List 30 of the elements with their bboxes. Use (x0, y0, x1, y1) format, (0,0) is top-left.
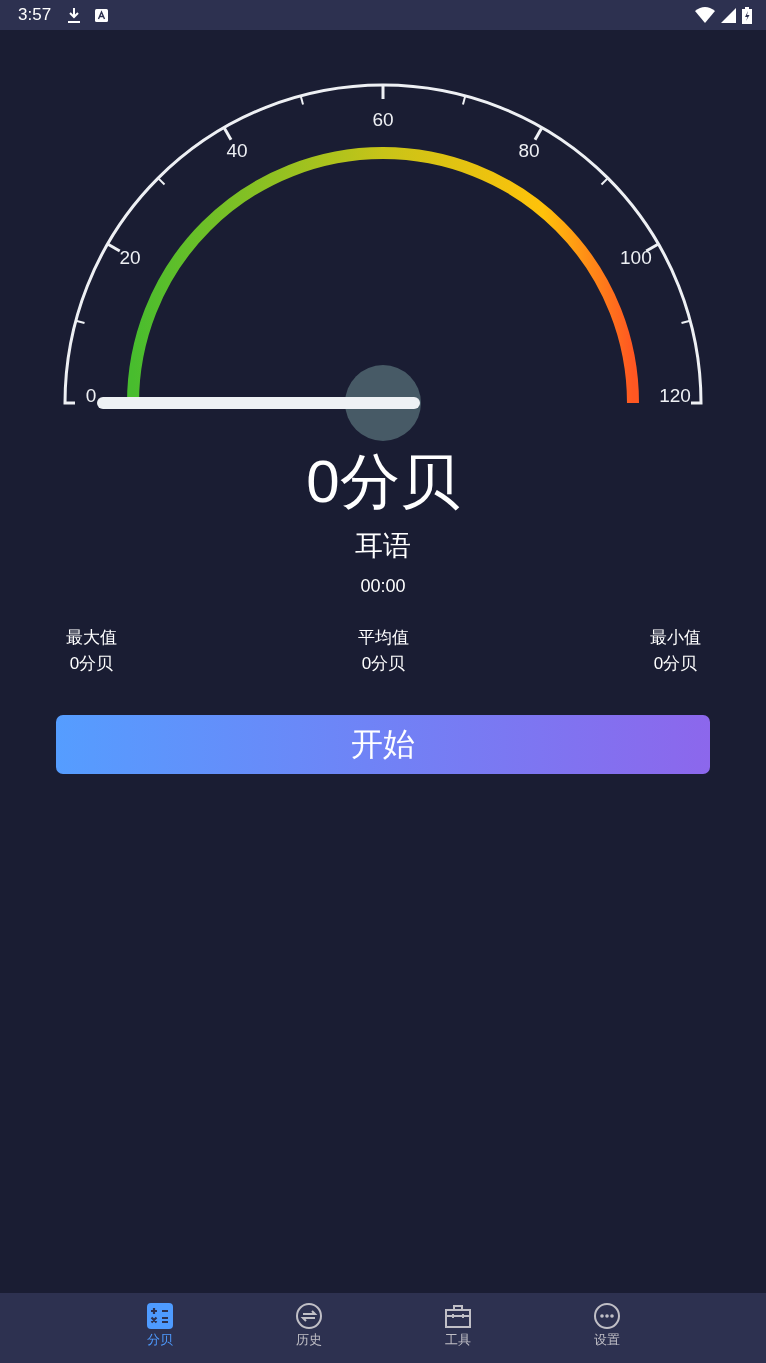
scale-label: 0 (85, 384, 97, 406)
stat-label: 最小值 (650, 627, 701, 649)
scale-label: 40 (226, 139, 248, 161)
stat-label: 最大值 (66, 627, 117, 649)
toolbox-icon (443, 1302, 472, 1330)
calculator-icon (145, 1302, 174, 1330)
stat-value: 0分贝 (653, 653, 698, 675)
more-icon (592, 1302, 621, 1330)
scale-label: 100 (620, 246, 652, 268)
scale-label: 60 (372, 108, 394, 130)
status-time: 3:57 (18, 5, 52, 25)
stat-label: 平均值 (358, 627, 409, 649)
download-icon (67, 7, 82, 23)
nav-tab[interactable]: 工具 (383, 1293, 532, 1363)
nav-tab[interactable]: 历史 (234, 1293, 383, 1363)
scale-label: 80 (518, 139, 540, 161)
app-notification-icon (95, 8, 109, 22)
nav-tab[interactable]: 分贝 (85, 1293, 234, 1363)
nav-tab[interactable]: 设置 (532, 1293, 681, 1363)
decibel-reading: 0分贝 (306, 447, 460, 517)
duration-time: 00:00 (360, 575, 406, 597)
stat-value: 0分贝 (361, 653, 406, 675)
battery-charging-icon (742, 6, 752, 24)
exchange-arrows-icon (294, 1302, 323, 1330)
stat-value: 0分贝 (69, 653, 114, 675)
signal-icon (721, 7, 736, 23)
scale-label: 20 (119, 246, 141, 268)
wifi-icon (695, 7, 715, 23)
scale-label: 120 (659, 384, 691, 406)
noise-level-label: 耳语 (355, 529, 411, 563)
